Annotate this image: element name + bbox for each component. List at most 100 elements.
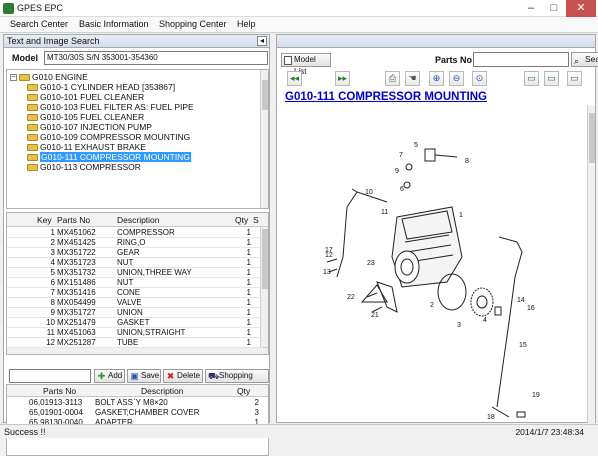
folder-icon	[27, 94, 38, 102]
model-field[interactable]: MT30/30S S/N 353001-354360	[44, 51, 268, 65]
list-item[interactable]: 65,01901-0004 GASKET;CHAMBER COVER 3	[7, 408, 268, 418]
menu-basic-information[interactable]: Basic Information	[79, 19, 149, 29]
callout-13: 13	[323, 269, 331, 276]
menu-search-center[interactable]: Search Center	[10, 19, 68, 29]
parts-hscrollbar[interactable]	[7, 347, 268, 354]
cell-qty: 1	[246, 258, 251, 267]
maximize-button[interactable]: □	[543, 0, 565, 17]
search-icon: ⌕	[574, 56, 580, 66]
menu-help[interactable]: Help	[237, 19, 256, 29]
first-page-icon[interactable]: ◂◂	[287, 71, 302, 86]
table-row[interactable]: 3 MX351722 GEAR 1	[7, 248, 262, 258]
cell-no: MX351723	[57, 258, 96, 267]
diagram-scrollbar[interactable]	[587, 105, 595, 423]
col-parts-no[interactable]: Parts No	[57, 215, 90, 225]
menu-shopping-center[interactable]: Shopping Center	[159, 19, 227, 29]
table-row[interactable]: 1 MX451062 COMPRESSOR 1	[7, 228, 262, 238]
tree-scrollbar[interactable]	[260, 70, 268, 208]
shopping-cart-button[interactable]: ⛟Shopping Cart	[205, 369, 269, 392]
model-list-button[interactable]: Model List	[281, 53, 331, 76]
cart-col-parts-no[interactable]: Parts No	[43, 386, 76, 396]
cart-cell-qty: 3	[254, 408, 259, 417]
hand-icon[interactable]: ☚	[405, 71, 420, 86]
tree-item-label: G010-107 INJECTION PUMP	[40, 122, 152, 132]
collapse-icon[interactable]: ◂	[257, 36, 267, 46]
tree-item[interactable]: G010-113 COMPRESSOR	[27, 162, 141, 172]
expander-icon[interactable]: −	[10, 74, 17, 82]
list-item[interactable]: 06,01913-3113 BOLT ASS`Y M8×20 2	[7, 398, 268, 408]
cart-col-qty[interactable]: Qty	[237, 386, 250, 396]
cell-key: 4	[50, 258, 55, 267]
tree-item-label: G010-103 FUEL FILTER AS: FUEL PIPE	[40, 102, 194, 112]
print-icon[interactable]: ⎙	[385, 71, 400, 86]
callout-11: 11	[381, 209, 388, 216]
zoom-in-icon[interactable]: ⊕	[429, 71, 444, 86]
image-next-icon[interactable]: ▭	[544, 71, 559, 86]
delete-button[interactable]: ✖ Delete	[163, 369, 203, 383]
search-button[interactable]: ⌕ Search	[571, 52, 598, 67]
table-row[interactable]: 6 MX151486 NUT 1	[7, 278, 262, 288]
exploded-diagram[interactable]: 1 2 3 4 5 6 7 8 9 10 11 12 13 14 15 16 1…	[277, 107, 595, 422]
table-row[interactable]: 4 MX351723 NUT 1	[7, 258, 262, 268]
tree-item-label: G010-109 COMPRESSOR MOUNTING	[40, 132, 191, 142]
table-row[interactable]: 5 MX351732 UNION,THREE WAY 1	[7, 268, 262, 278]
close-button[interactable]: ✕	[566, 0, 596, 17]
search-label: Search	[585, 54, 598, 64]
tree-item[interactable]: G010-1 CYLINDER HEAD [353867]	[27, 82, 175, 92]
tree-item[interactable]: − G010 ENGINE	[10, 72, 88, 82]
tree-item[interactable]: G010-107 INJECTION PUMP	[27, 122, 152, 132]
folder-icon	[27, 124, 38, 132]
tree-item[interactable]: G010-109 COMPRESSOR MOUNTING	[27, 132, 190, 142]
category-tree[interactable]: − G010 ENGINE G010-1 CYLINDER HEAD [353867…	[6, 69, 269, 209]
document-icon	[284, 56, 292, 65]
col-description[interactable]: Description	[117, 215, 160, 225]
parts-table-header: Key Parts No Description Qty S	[7, 213, 268, 227]
add-button[interactable]: ✚ Add	[94, 369, 125, 383]
table-row[interactable]: 10 MX251479 GASKET 1	[7, 318, 262, 328]
col-key[interactable]: Key	[37, 215, 52, 225]
tree-item-label: G010-101 FUEL CLEANER	[40, 92, 145, 102]
callout-9: 9	[395, 168, 399, 175]
diagram-toolbar: ◂◂ ▸▸ ⎙ ☚ ⊕ ⊖ ⊙ ▭ ▭ ▭	[277, 71, 595, 89]
tree-item[interactable]: G010-105 FUEL CLEANER	[27, 112, 144, 122]
parts-no-input[interactable]	[473, 52, 569, 67]
delete-label: Delete	[177, 371, 201, 380]
callout-14: 14	[517, 297, 525, 304]
table-row[interactable]: 9 MX351727 UNION 1	[7, 308, 262, 318]
next-page-icon[interactable]: ▸▸	[335, 71, 350, 86]
col-s[interactable]: S	[253, 215, 259, 225]
table-row[interactable]: 12 MX251287 TUBE 1	[7, 338, 262, 348]
zoom-out-icon[interactable]: ⊖	[449, 71, 464, 86]
image-prev-icon[interactable]: ▭	[524, 71, 539, 86]
cart-col-description[interactable]: Description	[141, 386, 184, 396]
cell-no: MX054499	[57, 298, 96, 307]
cell-desc: TUBE	[117, 338, 139, 347]
save-icon: ▣	[130, 371, 139, 381]
table-row[interactable]: 8 MX054499 VALVE 1	[7, 298, 262, 308]
cell-no: MX351722	[57, 248, 96, 257]
quantity-input[interactable]	[9, 369, 91, 383]
cart-cell-desc: BOLT ASS`Y M8×20	[95, 398, 168, 407]
cell-key: 7	[50, 288, 55, 297]
model-label: Model	[12, 53, 38, 63]
cart-cell-desc: GASKET;CHAMBER COVER	[95, 408, 200, 417]
table-row[interactable]: 11 MX451063 UNION,STRAIGHT 1	[7, 328, 262, 338]
table-row[interactable]: 7 MX351416 CONE 1	[7, 288, 262, 298]
folder-icon	[27, 84, 38, 92]
minimize-button[interactable]: –	[520, 0, 542, 17]
zoom-fit-icon[interactable]: ⊙	[472, 71, 487, 86]
image-export-icon[interactable]: ▭	[567, 71, 582, 86]
callout-15: 15	[519, 342, 527, 349]
save-button[interactable]: ▣ Save	[127, 369, 161, 383]
table-row[interactable]: 2 MX451425 RING,O 1	[7, 238, 262, 248]
cell-qty: 1	[246, 298, 251, 307]
callout-17: 17	[325, 247, 333, 254]
col-qty[interactable]: Qty	[235, 215, 248, 225]
callout-19: 19	[532, 392, 540, 399]
tree-item[interactable]: G010-103 FUEL FILTER AS: FUEL PIPE	[27, 102, 194, 112]
tree-item[interactable]: G010-11 EXHAUST BRAKE	[27, 142, 146, 152]
status-message: Success !!	[4, 427, 46, 437]
tree-item[interactable]: G010-111 COMPRESSOR MOUNTING	[27, 152, 191, 162]
tree-item[interactable]: G010-101 FUEL CLEANER	[27, 92, 144, 102]
title-bar: GPES EPC – □ ✕	[0, 0, 598, 17]
